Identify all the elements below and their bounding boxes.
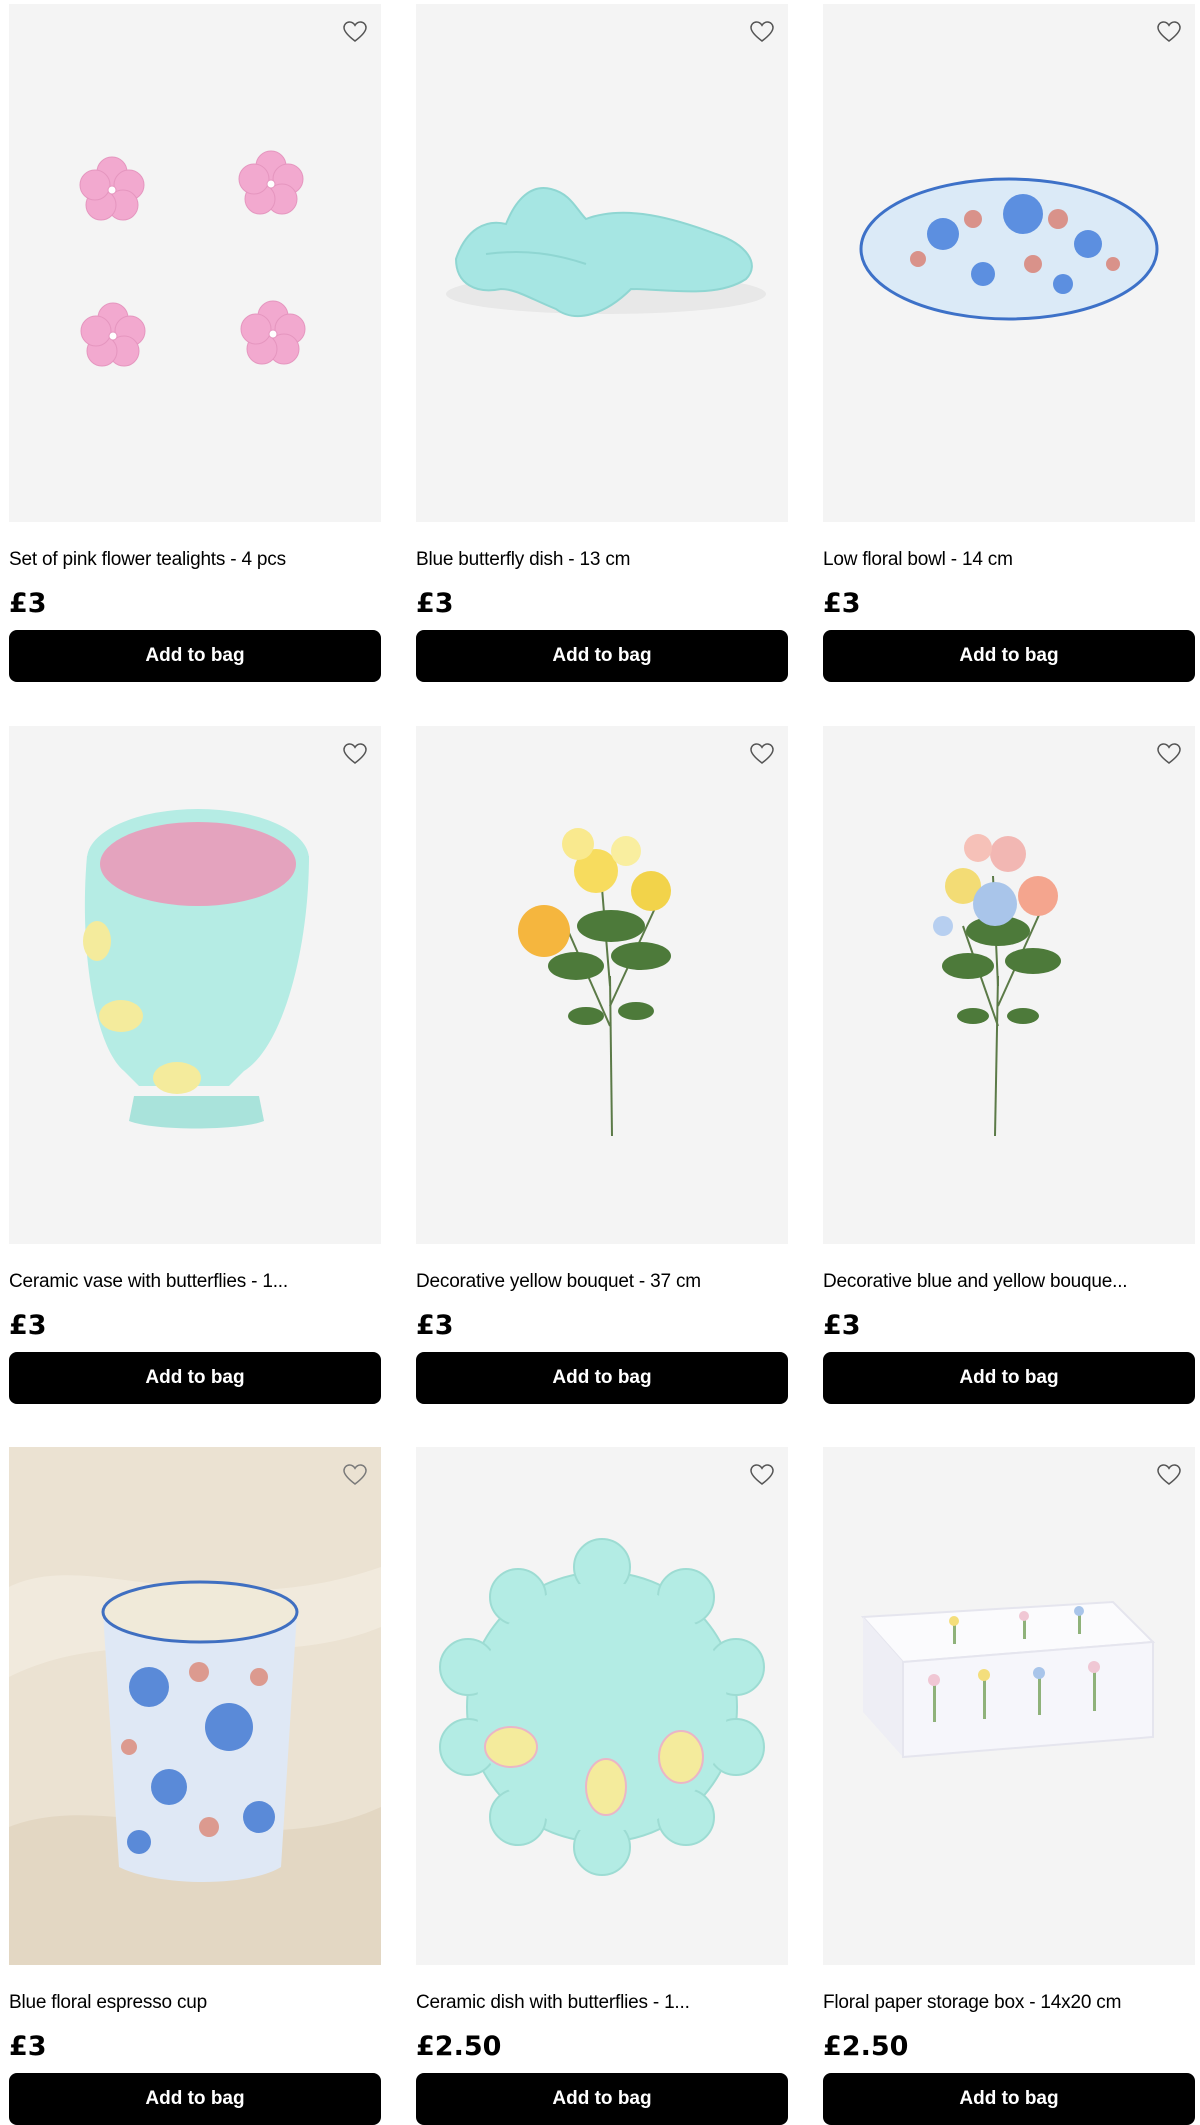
product-card[interactable]: Ceramic dish with butterflies - 1... £2.… — [416, 1447, 788, 2125]
product-card[interactable]: Ceramic vase with butterflies - 1... £3 … — [9, 726, 381, 1404]
favourite-heart-icon[interactable] — [341, 740, 369, 768]
add-to-bag-button[interactable]: Add to bag — [9, 2073, 381, 2125]
product-image[interactable] — [823, 726, 1195, 1244]
product-image[interactable] — [416, 1447, 788, 1965]
ceramic-vase-image — [83, 809, 309, 1129]
product-price: £3 — [823, 588, 861, 619]
product-price: £3 — [416, 1310, 454, 1341]
add-to-bag-button[interactable]: Add to bag — [416, 630, 788, 682]
product-price: £3 — [9, 2031, 47, 2062]
product-card[interactable]: Blue butterfly dish - 13 cm £3 Add to ba… — [416, 4, 788, 682]
blue-yellow-bouquet-image — [933, 834, 1061, 1137]
product-title[interactable]: Floral paper storage box - 14x20 cm — [823, 1992, 1195, 2014]
add-to-bag-button[interactable]: Add to bag — [9, 1352, 381, 1404]
product-price: £2.50 — [823, 2031, 909, 2062]
product-card[interactable]: Set of pink flower tealights - 4 pcs £3 … — [9, 4, 381, 682]
product-image[interactable] — [9, 726, 381, 1244]
pink-flower-tealights-image — [79, 150, 306, 367]
product-image[interactable] — [823, 4, 1195, 522]
product-title[interactable]: Ceramic vase with butterflies - 1... — [9, 1271, 381, 1293]
yellow-bouquet-image — [518, 828, 671, 1137]
product-title[interactable]: Set of pink flower tealights - 4 pcs — [9, 549, 381, 571]
product-image[interactable] — [823, 1447, 1195, 1965]
product-price: £3 — [823, 1310, 861, 1341]
product-title[interactable]: Ceramic dish with butterflies - 1... — [416, 1992, 788, 2014]
product-title[interactable]: Blue floral espresso cup — [9, 1992, 381, 2014]
product-title[interactable]: Low floral bowl - 14 cm — [823, 549, 1195, 571]
product-image[interactable] — [416, 4, 788, 522]
favourite-heart-icon[interactable] — [341, 1461, 369, 1489]
product-price: £3 — [416, 588, 454, 619]
product-image[interactable] — [9, 4, 381, 522]
favourite-heart-icon[interactable] — [748, 1461, 776, 1489]
product-price: £3 — [9, 588, 47, 619]
product-title[interactable]: Decorative yellow bouquet - 37 cm — [416, 1271, 788, 1293]
espresso-cup-image — [9, 1447, 381, 1965]
storage-box-image — [860, 1600, 1156, 1759]
add-to-bag-button[interactable]: Add to bag — [416, 1352, 788, 1404]
product-price: £3 — [9, 1310, 47, 1341]
product-price: £2.50 — [416, 2031, 502, 2062]
product-card[interactable]: Decorative yellow bouquet - 37 cm £3 Add… — [416, 726, 788, 1404]
add-to-bag-button[interactable]: Add to bag — [9, 630, 381, 682]
favourite-heart-icon[interactable] — [341, 18, 369, 46]
floral-bowl-image — [859, 177, 1159, 321]
add-to-bag-button[interactable]: Add to bag — [823, 1352, 1195, 1404]
product-card[interactable]: Blue floral espresso cup £3 Add to bag — [9, 1447, 381, 2125]
add-to-bag-button[interactable]: Add to bag — [823, 2073, 1195, 2125]
product-card[interactable]: Decorative blue and yellow bouque... £3 … — [823, 726, 1195, 1404]
blue-butterfly-dish-image — [446, 187, 766, 318]
product-card[interactable]: Low floral bowl - 14 cm £3 Add to bag — [823, 4, 1195, 682]
product-card[interactable]: Floral paper storage box - 14x20 cm £2.5… — [823, 1447, 1195, 2125]
add-to-bag-button[interactable]: Add to bag — [823, 630, 1195, 682]
favourite-heart-icon[interactable] — [1155, 1461, 1183, 1489]
product-image[interactable] — [416, 726, 788, 1244]
favourite-heart-icon[interactable] — [1155, 18, 1183, 46]
butterfly-dish-image — [439, 1538, 765, 1876]
product-image[interactable] — [9, 1447, 381, 1965]
favourite-heart-icon[interactable] — [1155, 740, 1183, 768]
add-to-bag-button[interactable]: Add to bag — [416, 2073, 788, 2125]
product-title[interactable]: Decorative blue and yellow bouque... — [823, 1271, 1195, 1293]
favourite-heart-icon[interactable] — [748, 740, 776, 768]
favourite-heart-icon[interactable] — [748, 18, 776, 46]
product-title[interactable]: Blue butterfly dish - 13 cm — [416, 549, 788, 571]
